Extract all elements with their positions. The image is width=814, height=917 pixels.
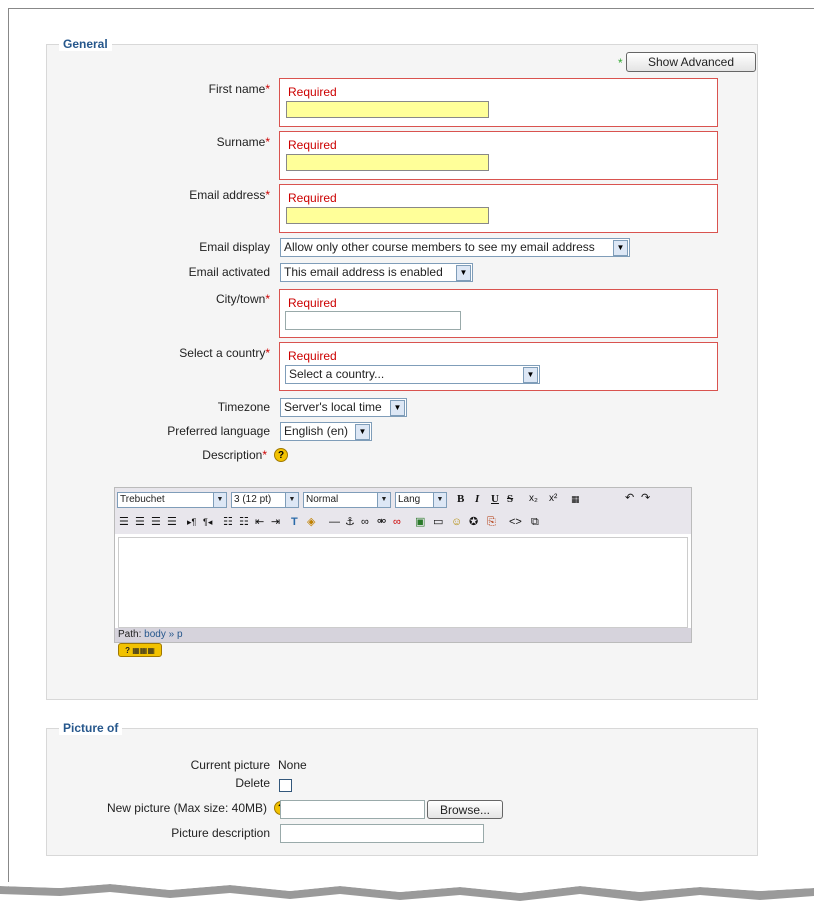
chevron-down-icon: ▼ [390,400,405,416]
indent-icon[interactable]: ⇥ [271,515,280,529]
surname-input[interactable] [286,154,489,171]
email-address-label: Email address* [189,188,270,202]
required-text: Required [288,138,337,152]
chevron-down-icon: ▼ [355,424,370,440]
fullscreen-icon[interactable]: ⧉ [531,515,539,529]
editor-content-area[interactable] [118,537,688,628]
smiley-icon[interactable]: ☺ [451,515,462,529]
subscript-icon[interactable]: x₂ [529,492,538,506]
chevron-down-icon: ▼ [613,240,628,256]
search-replace-icon[interactable]: ⎘ [487,515,496,529]
email-display-select[interactable]: Allow only other course members to see m… [280,238,630,257]
required-text: Required [288,191,337,205]
image-icon[interactable]: ▣ [415,515,425,529]
new-picture-file-input[interactable] [280,800,425,819]
delete-checkbox[interactable] [279,779,292,792]
chevron-down-icon: ▼ [523,367,538,383]
nolink-icon[interactable]: ∞ [393,515,401,529]
path-label: Path: [118,629,142,640]
picture-description-input[interactable] [280,824,484,843]
italic-icon[interactable]: I [475,492,479,506]
rtl-icon[interactable]: ¶◂ [203,515,212,529]
horizontal-rule-icon[interactable]: — [329,515,340,529]
editor-toolbar-1: Trebuchet ▼ 3 (12 pt) ▼ Normal ▼ Lang ▼ B I … [115,488,691,511]
surname-label: Surname* [216,135,270,149]
email-input[interactable] [286,207,489,224]
ordered-list-icon[interactable]: ☷ [223,515,233,529]
chevron-down-icon: ▼ [377,493,390,507]
text-color-icon[interactable]: T [291,515,298,529]
editor-help-icon[interactable]: ? ▦▦▦ [118,643,162,657]
first-name-label: First name* [208,82,270,96]
underline-icon[interactable]: U [491,492,499,506]
current-picture-value: None [278,758,307,772]
language-select[interactable]: English (en) ▼ [280,422,372,441]
first-name-input[interactable] [286,101,489,118]
ltr-icon[interactable]: ▸¶ [187,515,196,529]
undo-icon[interactable]: ↶ [625,491,634,505]
language-label: Preferred language [167,424,270,438]
align-right-icon[interactable]: ☰ [151,515,161,529]
show-advanced-star: * [618,56,623,70]
country-label: Select a country* [179,346,270,360]
anchor-icon[interactable]: ⚓ [345,515,355,529]
outdent-icon[interactable]: ⇤ [255,515,264,529]
timezone-select[interactable]: Server's local time ▼ [280,398,407,417]
email-activated-select[interactable]: This email address is enabled ▼ [280,263,473,282]
superscript-icon[interactable]: x² [549,492,557,506]
align-left-icon[interactable]: ☰ [119,515,129,529]
background-color-icon[interactable]: ◈ [307,515,315,529]
html-source-icon[interactable]: <> [509,515,522,529]
email-display-label: Email display [199,240,270,254]
lang-select[interactable]: Lang ▼ [395,492,447,508]
redo-icon[interactable]: ↷ [641,491,650,505]
clean-word-icon[interactable]: ▦ [571,492,580,506]
chevron-down-icon: ▼ [285,493,298,507]
editor-toolbar-2: ☰ ☰ ☰ ☰ ▸¶ ¶◂ ☷ ☷ ⇤ ⇥ T ◈ — ⚓ ∞ ⚮ ∞ ▣ ▭ … [115,511,691,534]
chevron-down-icon: ▼ [433,493,446,507]
description-label: Description* [202,448,267,462]
format-select[interactable]: Normal ▼ [303,492,391,508]
torn-edge [0,882,814,901]
browse-button[interactable]: Browse... [427,800,503,819]
special-char-icon[interactable]: ✪ [469,515,478,529]
unlink-icon[interactable]: ⚮ [377,515,386,529]
justify-icon[interactable]: ☰ [167,515,177,529]
chevron-down-icon: ▼ [213,493,226,507]
link-icon[interactable]: ∞ [361,515,369,529]
html-editor: Trebuchet ▼ 3 (12 pt) ▼ Normal ▼ Lang ▼ B I … [114,487,692,643]
strikethrough-icon[interactable]: S [507,492,513,506]
size-select[interactable]: 3 (12 pt) ▼ [231,492,299,508]
timezone-label: Timezone [217,400,270,414]
unordered-list-icon[interactable]: ☷ [239,515,249,529]
align-center-icon[interactable]: ☰ [135,515,145,529]
city-input[interactable] [285,311,461,330]
country-select[interactable]: Select a country... ▼ [285,365,540,384]
picture-legend: Picture of [59,721,123,735]
editor-path-bar: Path: body » p [115,628,691,642]
required-text: Required [288,349,337,363]
required-text: Required [288,85,337,99]
new-picture-label: New picture (Max size: 40MB) [106,801,267,815]
bold-icon[interactable]: B [457,492,464,506]
delete-label: Delete [235,776,270,790]
chevron-down-icon: ▼ [456,265,471,281]
path-value[interactable]: body » p [144,629,182,640]
picture-description-label: Picture description [171,826,270,840]
show-advanced-button[interactable]: Show Advanced [626,52,756,72]
general-legend: General [59,37,112,51]
font-select[interactable]: Trebuchet ▼ [117,492,227,508]
email-activated-label: Email activated [188,265,270,279]
current-picture-label: Current picture [190,758,270,772]
help-icon[interactable]: ? [274,448,288,462]
table-icon[interactable]: ▭ [433,515,443,529]
city-label: City/town* [215,292,270,306]
required-text: Required [288,296,337,310]
